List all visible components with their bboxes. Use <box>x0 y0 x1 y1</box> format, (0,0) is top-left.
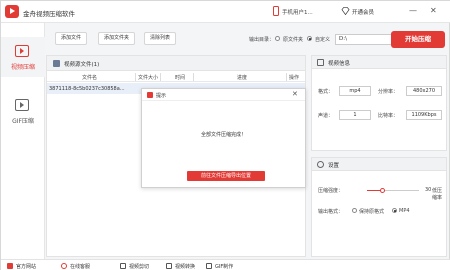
output-dir-label: 输出目录： <box>249 37 275 43</box>
add-folder-button[interactable]: 添加文件夹 <box>98 32 136 45</box>
sidebar-item-video-compress[interactable]: 视频压缩 <box>1 37 45 77</box>
settings-title: 设置 <box>328 163 340 169</box>
video-info-title: 视频信息 <box>328 61 351 67</box>
column-header-progress: 进度 <box>237 75 248 81</box>
column-divider <box>160 73 161 81</box>
output-format-label: 输出格式： <box>318 209 344 215</box>
bitrate-label: 比特率： <box>378 113 399 119</box>
resolution-label: 分辨率： <box>378 89 399 95</box>
app-title: 金舟视频压缩软件 <box>23 10 75 18</box>
info-icon <box>147 92 153 98</box>
dialog-title: 提示 <box>156 93 167 99</box>
column-divider <box>286 73 287 81</box>
column-header-action: 操作 <box>289 75 300 81</box>
column-divider <box>193 73 194 81</box>
settings-panel: 设置 压缩强度： 30 低压缩率 输出格式： 保持原格式 MP4 <box>311 157 447 257</box>
vip-button[interactable]: 开通会员 <box>352 8 374 16</box>
toolbar: 添加文件 添加文件夹 清除列表 输出目录： 原文件夹 自定义 D:\ <box>46 29 450 49</box>
resolution-value: 480x270 <box>406 86 442 96</box>
clear-list-button[interactable]: 清除列表 <box>144 32 177 45</box>
column-header-time: 时间 <box>175 75 186 81</box>
close-button[interactable]: ✕ <box>430 6 437 16</box>
home-icon <box>7 263 13 269</box>
file-table-header: 文件名 文件大小 时间 进度 操作 <box>47 72 305 82</box>
gear-icon <box>317 161 324 168</box>
settings-header: 设置 <box>312 158 446 171</box>
user-account[interactable]: 手机用户1... <box>282 8 313 16</box>
radio-keep-format-label: 保持原格式 <box>359 209 385 215</box>
bottom-link-label: 视频剪切 <box>129 264 150 270</box>
radio-original-folder-label: 原文件夹 <box>283 37 304 43</box>
video-info-panel: 视频信息 格式： mp4 分辨率： 480x270 声道： 1 比特率： 110… <box>311 55 447 151</box>
format-label: 格式： <box>318 89 334 95</box>
video-icon <box>15 45 29 57</box>
app-window: 金舟视频压缩软件 手机用户1... 开通会员 — ✕ 视频压缩 GIF压缩 添加… <box>0 0 450 270</box>
compress-strength-hint: 低压缩率 <box>432 188 443 201</box>
scissors-icon <box>120 263 126 269</box>
completion-dialog: 提示 ✕ 全部文件压缩完成！ 前往文件压缩导出位置 <box>141 88 306 188</box>
column-divider <box>135 73 136 81</box>
bottom-link-label: GIF制作 <box>215 264 234 270</box>
minimize-button[interactable]: — <box>409 6 417 16</box>
start-compress-button[interactable]: 开始压缩 <box>391 31 445 48</box>
compress-strength-label: 压缩强度： <box>318 188 344 194</box>
channel-value: 1 <box>339 110 371 120</box>
monitor-icon <box>317 59 324 66</box>
radio-keep-format[interactable] <box>352 208 357 213</box>
compress-strength-value: 30 <box>425 187 432 193</box>
sidebar-item-label: GIF压缩 <box>12 118 34 125</box>
radio-mp4[interactable] <box>392 208 397 213</box>
gif-maker-icon <box>206 263 212 269</box>
bitrate-value: 1109Kbps <box>406 110 442 120</box>
sidebar-item-gif-compress[interactable]: GIF压缩 <box>1 91 45 131</box>
open-output-location-button[interactable]: 前往文件压缩导出位置 <box>187 171 265 181</box>
bottom-link-label: 官方网站 <box>16 264 37 270</box>
dialog-message: 全部文件压缩完成！ <box>200 132 246 138</box>
radio-custom-folder[interactable] <box>307 36 312 41</box>
radio-original-folder[interactable] <box>275 36 280 41</box>
radio-mp4-label: MP4 <box>399 208 410 214</box>
headset-icon <box>61 263 67 269</box>
channel-label: 声道： <box>318 113 334 119</box>
title-bar: 金舟视频压缩软件 手机用户1... 开通会员 — ✕ <box>1 1 450 23</box>
dialog-header: 提示 ✕ <box>142 89 305 101</box>
file-name-cell: 3871118-8c5b0237c30858a... <box>49 86 125 92</box>
bottom-link-label: 在线客服 <box>70 264 91 270</box>
compress-strength-slider[interactable] <box>367 188 419 193</box>
gif-icon <box>15 99 29 111</box>
convert-icon <box>166 263 172 269</box>
radio-custom-folder-label: 自定义 <box>315 37 331 43</box>
format-value: mp4 <box>339 86 371 96</box>
slider-thumb[interactable] <box>380 188 386 193</box>
video-info-header: 视频信息 <box>312 56 446 69</box>
column-header-filesize: 文件大小 <box>138 75 159 81</box>
sidebar-item-label: 视频压缩 <box>10 64 35 71</box>
phone-icon <box>273 6 279 16</box>
vip-diamond-icon <box>341 7 350 15</box>
add-file-button[interactable]: 添加文件 <box>55 32 88 45</box>
file-list-icon <box>53 60 60 67</box>
dialog-close-button[interactable]: ✕ <box>292 90 298 98</box>
file-list-title: 视频源文件(1) <box>64 62 100 68</box>
sidebar: 视频压缩 GIF压缩 <box>1 23 45 259</box>
file-list-header: 视频源文件(1) <box>47 56 305 71</box>
bottom-link-label: 视频转换 <box>175 264 196 270</box>
app-logo-icon <box>5 5 19 18</box>
bottom-bar: 官方网站 在线客服 视频剪切 视频转换 GIF制作 <box>1 259 450 270</box>
column-header-filename: 文件名 <box>82 75 98 81</box>
